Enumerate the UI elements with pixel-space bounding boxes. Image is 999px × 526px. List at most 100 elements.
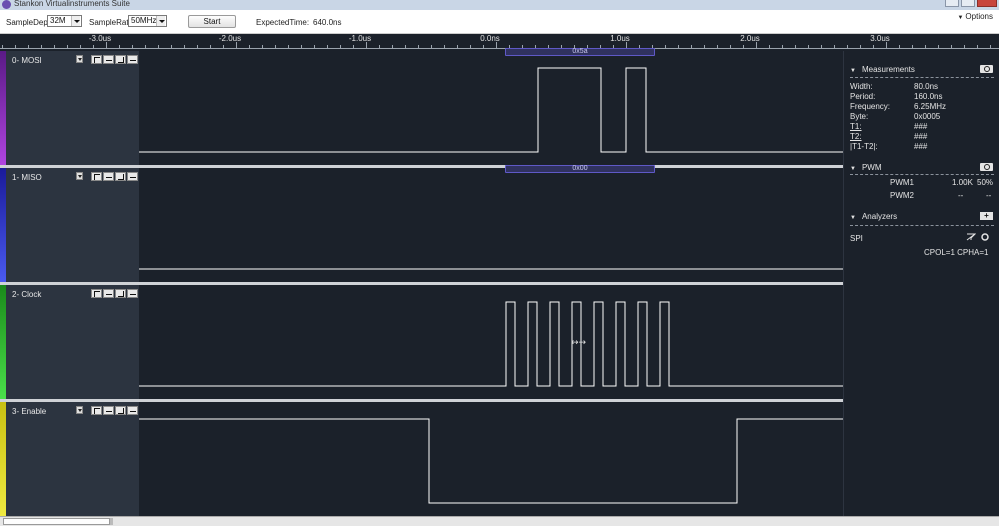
ruler-tick [808, 45, 809, 48]
pwm-header[interactable]: PWM [850, 163, 882, 172]
low-level-trigger-icon[interactable] [103, 406, 114, 415]
channel-dropdown[interactable] [76, 406, 83, 414]
miso-signal [139, 268, 843, 270]
sample-rate-label: SampleRate [89, 18, 134, 27]
ruler-tick [28, 45, 29, 48]
ruler-tick [171, 45, 172, 48]
rising-edge-trigger-icon[interactable] [91, 55, 102, 64]
ruler-tick-label: -1.0us [348, 34, 372, 43]
time-ruler[interactable]: -3.0us -2.0us -1.0us 0.0ns 1.0us 2.0us 3.0us [0, 34, 999, 51]
ruler-tick [327, 45, 328, 48]
measurement-value: ### [914, 132, 928, 141]
no-trigger-icon[interactable] [127, 172, 138, 181]
pwm-frequency: 1.00K [952, 178, 973, 187]
options-menu[interactable]: Options [957, 12, 993, 21]
miso-waveform[interactable]: 0x00 [139, 165, 843, 282]
sample-depth-select[interactable]: 32M [47, 15, 82, 27]
measurement-label[interactable]: T1: [850, 122, 862, 131]
pwm-frequency: -- [958, 191, 964, 200]
pwm-duty: -- [986, 191, 992, 200]
ruler-tick [353, 45, 354, 48]
window-title: Stankon Virtualinstruments Suite [14, 0, 130, 8]
measurement-label[interactable]: T2: [850, 132, 862, 141]
pwm-row[interactable]: PWM2 -- -- [890, 191, 994, 200]
filter-icon[interactable] [966, 233, 976, 241]
ruler-tick [379, 45, 380, 48]
falling-edge-trigger-icon[interactable] [115, 172, 126, 181]
ruler-tick [886, 42, 887, 48]
rising-edge-trigger-icon[interactable] [91, 289, 102, 298]
low-level-trigger-icon[interactable] [103, 55, 114, 64]
ruler-tick [873, 45, 874, 48]
clock-waveform[interactable]: ↔→ [139, 285, 843, 399]
sample-rate-select[interactable]: 50MHz [128, 15, 167, 27]
ruler-tick [366, 42, 367, 48]
channel-name: 0- MOSI [12, 56, 42, 65]
rising-edge-trigger-icon[interactable] [91, 172, 102, 181]
chevron-down-icon [71, 16, 80, 26]
ruler-tick [730, 45, 731, 48]
measurement-row: Frequency: 6.25MHz [850, 102, 994, 112]
measurements-header[interactable]: Measurements [850, 65, 915, 74]
measurement-value: 160.0ns [914, 92, 943, 101]
toolbar: SampleDepth 32M SampleRate 50MHz Start E… [0, 10, 999, 34]
maximize-button[interactable] [961, 0, 975, 7]
ruler-tick [457, 45, 458, 48]
no-trigger-icon[interactable] [127, 289, 138, 298]
scrollbar-thumb[interactable] [3, 518, 110, 525]
pwm-row[interactable]: PWM1 1.00K 50% [890, 178, 994, 187]
horizontal-scrollbar[interactable] [0, 516, 999, 526]
ruler-tick [132, 45, 133, 48]
enable-signal [139, 418, 843, 504]
no-trigger-icon[interactable] [127, 406, 138, 415]
measurement-row: Byte: 0x0005 [850, 112, 994, 122]
channel-mosi: 0- MOSI 0x5a [0, 48, 843, 165]
ruler-tick [223, 45, 224, 48]
channel-dropdown[interactable] [76, 55, 83, 63]
channel-enable: 3- Enable [0, 402, 843, 516]
gear-icon[interactable] [980, 65, 993, 73]
start-button[interactable]: Start [188, 15, 236, 28]
mosi-signal [139, 67, 843, 153]
measurement-row: Width: 80.0ns [850, 82, 994, 92]
close-button[interactable] [977, 0, 997, 7]
ruler-tick [67, 45, 68, 48]
falling-edge-trigger-icon[interactable] [115, 55, 126, 64]
ruler-tick [483, 45, 484, 48]
gear-icon[interactable] [980, 163, 993, 171]
ruler-tick [158, 45, 159, 48]
ruler-tick-label: -2.0us [218, 34, 242, 43]
sample-depth-value: 32M [50, 16, 66, 25]
app-icon [2, 0, 11, 9]
enable-waveform[interactable] [139, 402, 843, 516]
no-trigger-icon[interactable] [127, 55, 138, 64]
ruler-tick [782, 45, 783, 48]
rising-edge-trigger-icon[interactable] [91, 406, 102, 415]
minimize-button[interactable] [945, 0, 959, 7]
gear-icon[interactable] [980, 233, 990, 241]
window-controls [945, 0, 997, 7]
expected-time-label: ExpectedTime: [256, 18, 310, 27]
measure-cursor-icon: ↔→ [571, 338, 587, 348]
low-level-trigger-icon[interactable] [103, 289, 114, 298]
low-level-trigger-icon[interactable] [103, 172, 114, 181]
analyzers-header[interactable]: Analyzers [850, 212, 897, 221]
channel-dropdown[interactable] [76, 172, 83, 180]
ruler-tick [795, 45, 796, 48]
measurement-value: 6.25MHz [914, 102, 947, 111]
ruler-tick [249, 45, 250, 48]
right-panel: Measurements Width: 80.0ns Period: 160.0… [843, 51, 999, 516]
falling-edge-trigger-icon[interactable] [115, 406, 126, 415]
falling-edge-trigger-icon[interactable] [115, 289, 126, 298]
measurement-label: Frequency: [850, 102, 891, 111]
ruler-tick [93, 45, 94, 48]
mosi-waveform[interactable]: 0x5a [139, 48, 843, 165]
ruler-tick [106, 42, 107, 48]
ruler-tick [769, 45, 770, 48]
ruler-tick [756, 42, 757, 48]
scrollbar-grip[interactable] [110, 518, 113, 525]
add-analyzer-button[interactable]: + [980, 212, 993, 220]
ruler-tick [964, 45, 965, 48]
ruler-tick [431, 45, 432, 48]
measurement-value: 0x0005 [914, 112, 941, 121]
